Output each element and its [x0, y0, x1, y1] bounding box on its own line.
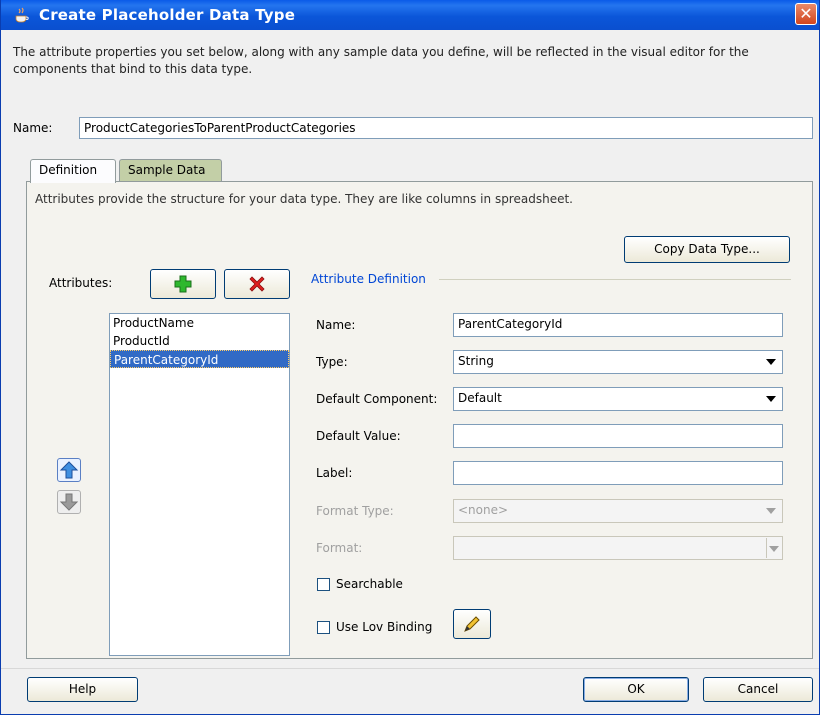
panel-intro: Attributes provide the structure for you…	[35, 192, 573, 206]
tab-definition[interactable]: Definition	[30, 159, 116, 183]
default-value-label: Default Value:	[316, 429, 401, 443]
default-component-label: Default Component:	[316, 392, 438, 406]
attr-type-label: Type:	[316, 355, 348, 369]
edit-lov-binding-button[interactable]	[453, 609, 491, 639]
format-type-select: <none>	[453, 499, 783, 523]
format-combo	[453, 536, 783, 560]
label-label: Label:	[316, 466, 353, 480]
format-dropdown-box	[766, 538, 781, 558]
delete-attribute-button[interactable]	[224, 269, 290, 299]
attributes-label: Attributes:	[49, 276, 113, 290]
arrow-up-icon	[59, 461, 79, 479]
copy-data-type-button[interactable]: Copy Data Type...	[624, 236, 790, 263]
use-lov-binding-checkbox[interactable]	[317, 621, 330, 634]
default-component-value: Default	[458, 391, 502, 405]
datatype-name-input[interactable]: ProductCategoriesToParentProductCategori…	[79, 117, 813, 139]
dialog-window: Create Placeholder Data Type ✕ The attri…	[0, 0, 820, 715]
move-down-button[interactable]	[57, 490, 81, 514]
window-title: Create Placeholder Data Type	[39, 6, 296, 24]
arrow-down-icon	[59, 493, 79, 511]
list-item-selected[interactable]: ParentCategoryId	[110, 350, 289, 368]
attributes-list[interactable]: ProductName ProductId ParentCategoryId	[109, 313, 290, 656]
java-cup-icon	[15, 7, 29, 23]
dialog-description: The attribute properties you set below, …	[13, 45, 749, 76]
list-item[interactable]: ProductName	[110, 314, 289, 332]
red-x-icon	[249, 276, 265, 292]
format-label: Format:	[316, 541, 363, 555]
help-button[interactable]: Help	[27, 677, 138, 702]
attr-type-select[interactable]: String	[453, 350, 783, 374]
format-type-label: Format Type:	[316, 504, 394, 518]
pencil-icon	[464, 616, 480, 632]
attr-name-input[interactable]: ParentCategoryId	[453, 313, 783, 337]
default-value-input[interactable]	[453, 424, 783, 448]
tab-sample-data[interactable]: Sample Data	[119, 159, 222, 181]
label-input[interactable]	[453, 461, 783, 485]
add-attribute-button[interactable]	[150, 269, 216, 299]
close-button[interactable]: ✕	[795, 3, 817, 25]
searchable-checkbox[interactable]	[317, 578, 330, 591]
chevron-down-icon	[766, 508, 776, 514]
chevron-down-icon	[766, 359, 776, 365]
default-component-select[interactable]: Default	[453, 387, 783, 411]
attribute-definition-legend: Attribute Definition	[311, 272, 430, 286]
attr-type-value: String	[458, 354, 494, 368]
format-type-value: <none>	[458, 503, 509, 517]
close-icon: ✕	[799, 4, 813, 23]
plus-icon	[174, 275, 192, 293]
chevron-down-icon	[769, 546, 779, 552]
name-label: Name:	[13, 121, 53, 135]
list-item[interactable]: ProductId	[110, 332, 289, 350]
searchable-label: Searchable	[336, 577, 403, 591]
chevron-down-icon	[766, 396, 776, 402]
cancel-button[interactable]: Cancel	[703, 677, 813, 702]
attr-name-label: Name:	[316, 318, 356, 332]
use-lov-binding-label: Use Lov Binding	[336, 620, 433, 634]
move-up-button[interactable]	[57, 458, 81, 482]
ok-button[interactable]: OK	[583, 677, 689, 702]
footer-divider	[1, 668, 819, 669]
attribute-definition-divider	[439, 279, 791, 280]
title-bar[interactable]: Create Placeholder Data Type ✕	[1, 0, 819, 30]
